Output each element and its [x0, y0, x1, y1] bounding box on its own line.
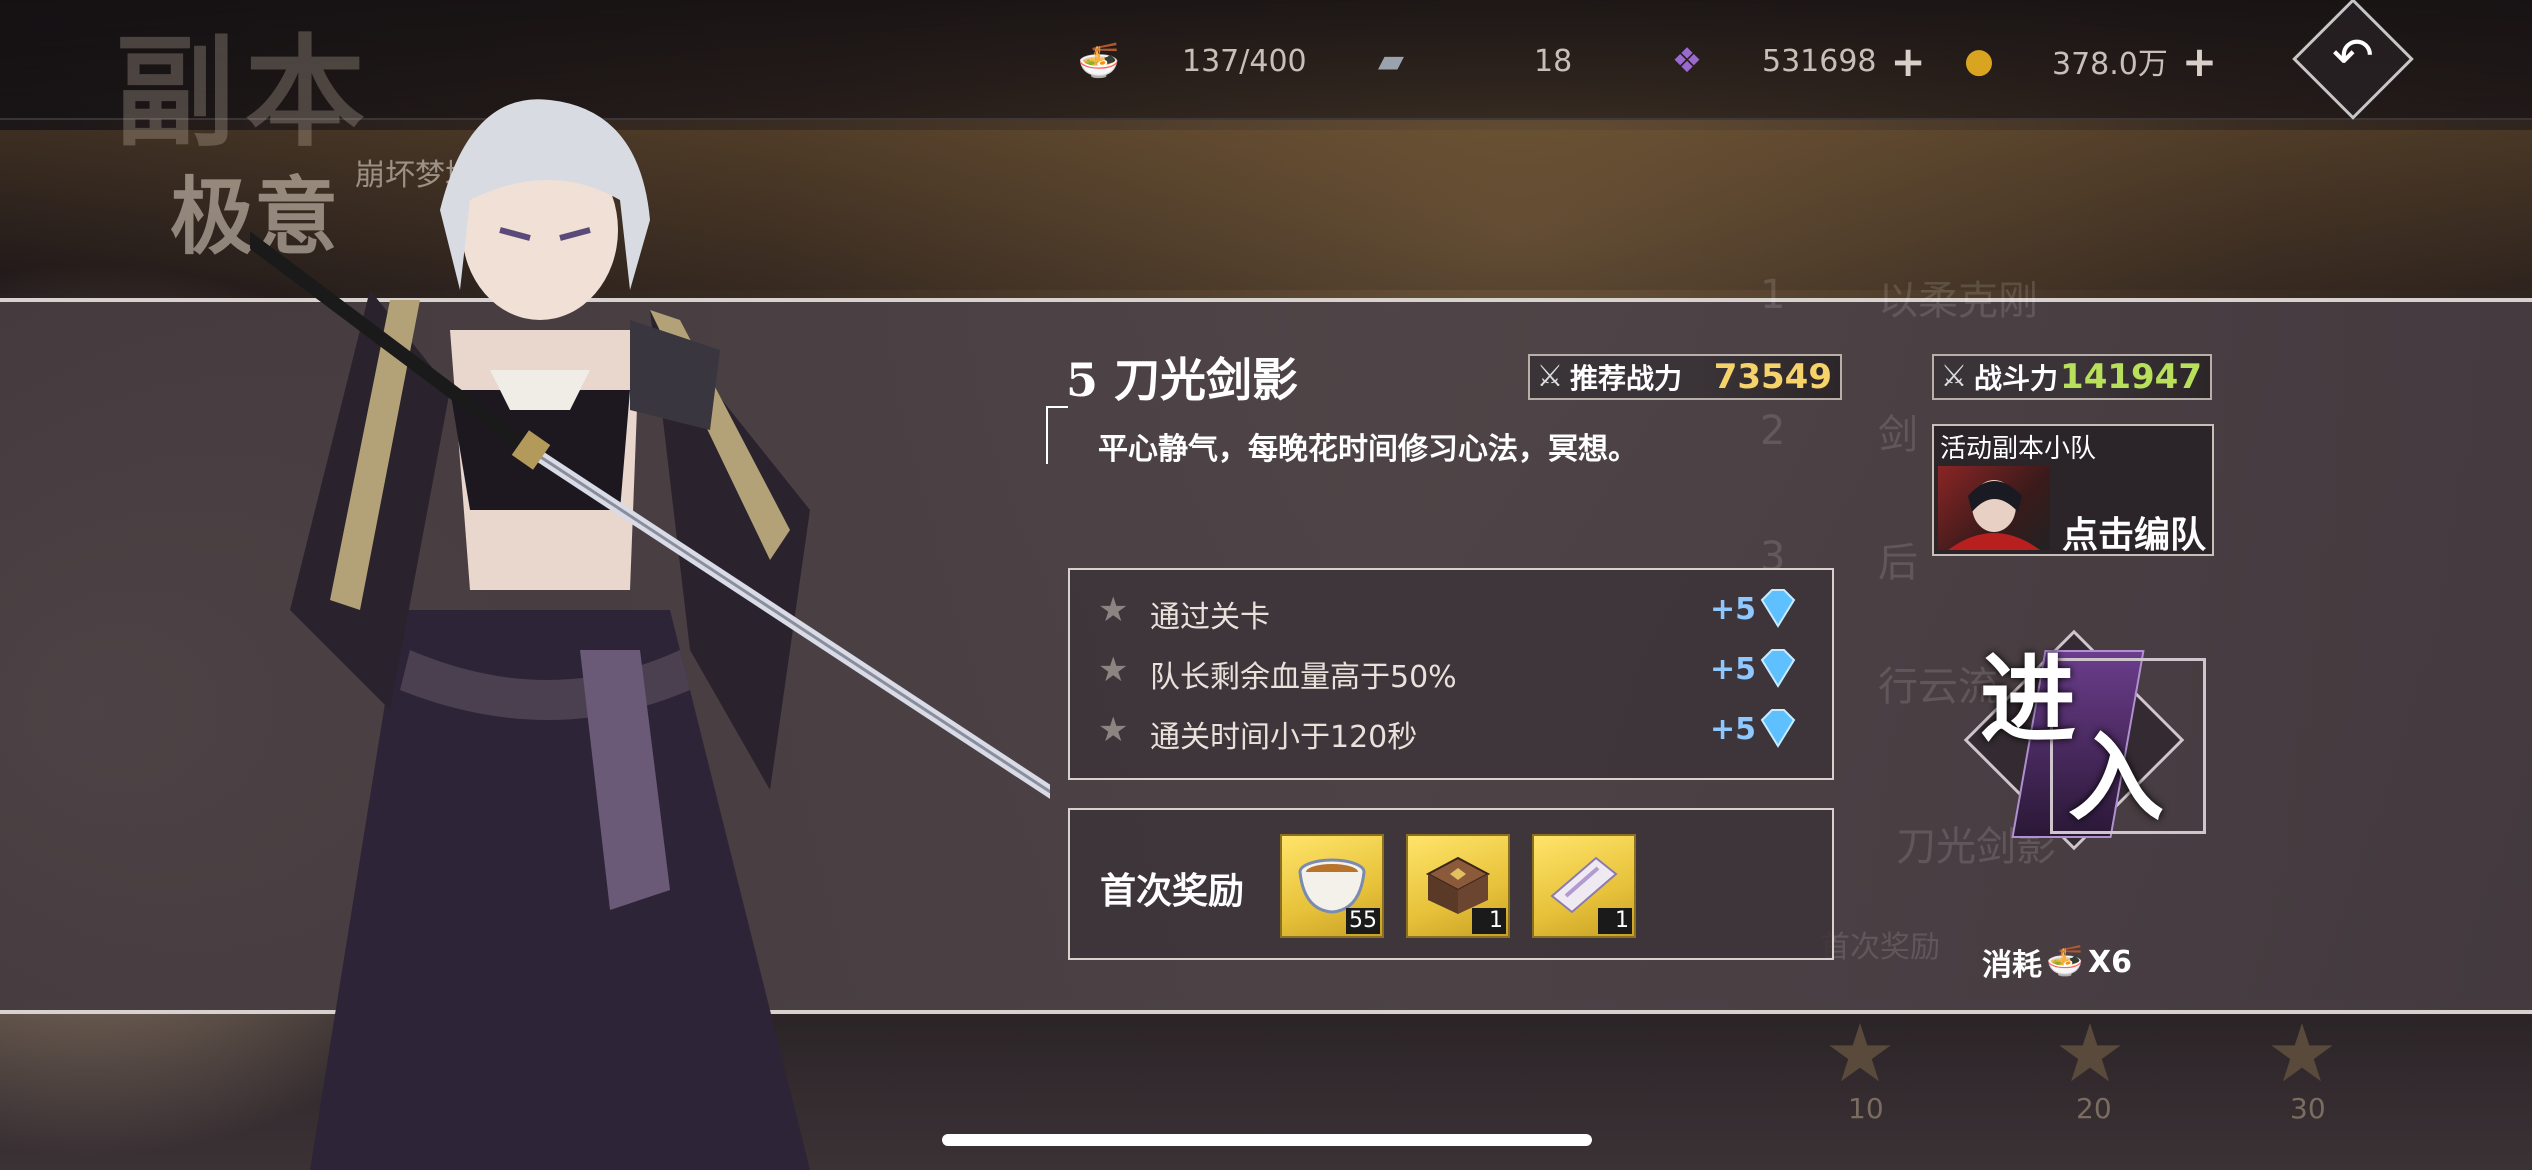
resource-value: 378.0万: [2052, 47, 2168, 82]
recommended-power-label: 推荐战力: [1570, 362, 1683, 395]
reward-item-tea[interactable]: 55: [1280, 834, 1384, 938]
stamina-cost: 消耗 🍜 X6: [1982, 940, 2132, 984]
recommended-power: ⚔ 推荐战力 73549: [1528, 354, 1842, 400]
team-label: 活动副本小队: [1940, 434, 2097, 464]
resource-value: 531698: [1762, 43, 1877, 79]
objective-reward: +5: [1710, 712, 1757, 747]
character-portrait: [250, 99, 1050, 1170]
team-edit-label: 点击编队: [2062, 515, 2207, 556]
sword-icon: ⚔: [1536, 359, 1564, 394]
add-crystal-button[interactable]: +: [1891, 37, 1926, 86]
resource-crystal[interactable]: ❖ 531698 +: [1664, 37, 1926, 86]
floor-mark: 10: [1848, 1092, 1884, 1125]
enter-label-2: 入: [2068, 721, 2164, 834]
resource-value: 137/400: [1182, 43, 1307, 79]
ghost-list-index: 1: [1760, 272, 1786, 318]
team-power-value: 141947: [2060, 357, 2202, 397]
item-count: 55: [1346, 908, 1380, 934]
reward-item-ticket[interactable]: 1: [1532, 834, 1636, 938]
stage-description: 平心静气，每晚花时间修习心法，冥想。: [1098, 432, 1638, 467]
ghost-list-title: 首次奖励: [1820, 930, 1940, 965]
resource-ticket: ▰ 18: [1368, 38, 1572, 84]
diamond-icon: [1760, 709, 1796, 748]
floor-star-icon: ★: [2054, 1007, 2126, 1100]
objective-row: ★ 队长剩余血量高于50% +5: [1070, 642, 1832, 698]
objective-text: 通关时间小于120秒: [1150, 720, 1418, 755]
ghost-list-title: 以柔克刚: [1878, 278, 2038, 324]
floor-mark: 30: [2290, 1092, 2326, 1125]
recommended-power-value: 73549: [1713, 357, 1832, 397]
team-power: ⚔ 战斗力 141947: [1932, 354, 2212, 400]
floor-star-icon: ★: [2266, 1007, 2338, 1100]
ghost-list-title: 后: [1878, 540, 1918, 586]
description-bracket: [1046, 406, 1068, 464]
team-leader-avatar: [1938, 466, 2050, 550]
reward-item-box[interactable]: 1: [1406, 834, 1510, 938]
objective-text: 队长剩余血量高于50%: [1150, 660, 1457, 695]
star-icon: ★: [1098, 650, 1129, 690]
floor-mark: 20: [2076, 1092, 2112, 1125]
star-icon: ★: [1098, 590, 1129, 630]
team-power-label: 战斗力: [1974, 362, 2059, 395]
gold-coin-icon: ●: [1964, 41, 1994, 81]
noodle-bowl-icon: 🍜: [2046, 944, 2084, 979]
add-gold-button[interactable]: +: [2182, 37, 2217, 86]
objective-row: ★ 通关时间小于120秒 +5: [1070, 702, 1832, 758]
ghost-list-index: 2: [1760, 408, 1786, 454]
item-count: 1: [1472, 908, 1506, 934]
objective-reward: +5: [1710, 592, 1757, 627]
enter-label-1: 进: [1980, 643, 2076, 756]
first-reward-label: 首次奖励: [1100, 871, 1245, 912]
objective-text: 通过关卡: [1150, 600, 1270, 635]
floor-star-icon: ★: [1824, 1007, 1896, 1100]
sword-icon: ⚔: [1940, 359, 1968, 394]
diamond-icon: [1760, 649, 1796, 688]
noodle-bowl-icon: 🍜: [1077, 41, 1121, 81]
purple-crystal-icon: ❖: [1671, 41, 1703, 81]
back-button[interactable]: ↶: [2268, 0, 2432, 120]
cost-label: 消耗: [1982, 948, 2042, 983]
cost-value: X6: [2088, 944, 2133, 980]
objective-reward: +5: [1710, 652, 1757, 687]
objective-row: ★ 通过关卡 +5: [1070, 582, 1832, 638]
resource-stamina: 🍜 137/400: [1076, 38, 1307, 84]
star-icon: ★: [1098, 710, 1129, 750]
diamond-icon: [1760, 589, 1796, 628]
team-formation-button[interactable]: 活动副本小队 点击编队: [1932, 424, 2214, 556]
star-objectives: ★ 通过关卡 +5 ★ 队长剩余血量高于50% +5 ★ 通关时间小于120秒 …: [1068, 568, 1834, 780]
ghost-list-title: 剑: [1878, 412, 1918, 458]
resource-gold[interactable]: ● 378.0万 +: [1956, 37, 2217, 86]
enter-stage-button[interactable]: 进 入: [1940, 610, 2210, 870]
first-clear-rewards: 首次奖励 55 1 1: [1068, 808, 1834, 960]
home-indicator[interactable]: [942, 1134, 1592, 1146]
stage-title: 5 刀光剑影: [1066, 353, 1299, 407]
ticket-icon: ▰: [1377, 41, 1405, 81]
resource-value: 18: [1534, 43, 1573, 79]
item-count: 1: [1598, 908, 1632, 934]
back-arrow-icon: ↶: [2332, 27, 2374, 85]
